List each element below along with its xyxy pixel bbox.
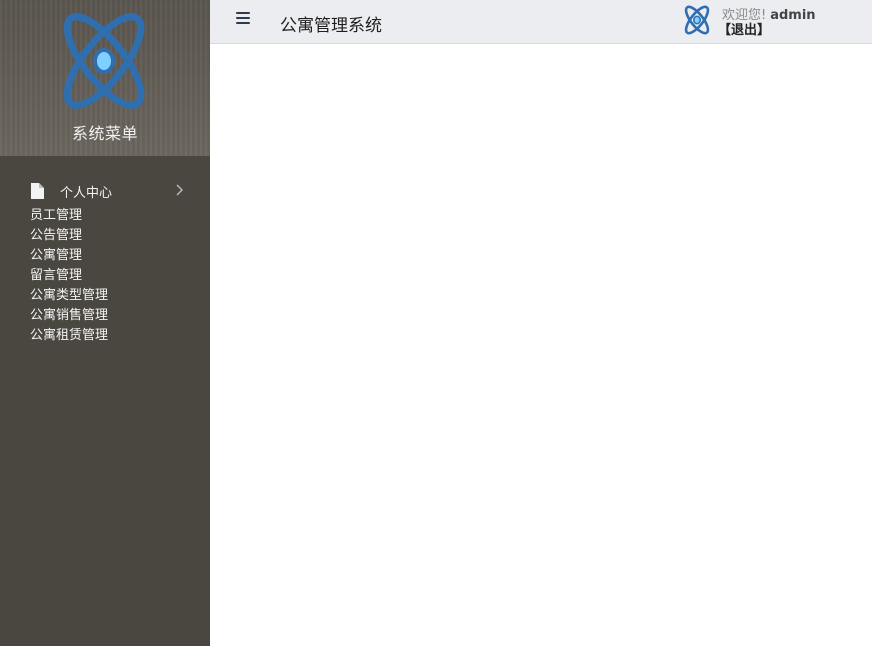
- sidebar-submenu: 员工管理 公告管理 公寓管理 留言管理 公寓类型管理 公寓销售管理 公寓租赁管理: [30, 206, 108, 346]
- sidebar-item-message[interactable]: 留言管理: [30, 266, 108, 286]
- document-icon: [31, 183, 44, 199]
- app-window: 系统菜单 个人中心 员工管理 公告管理 公寓管理 留言管理 公寓类型管理 公寓销…: [0, 0, 872, 646]
- sidebar: 系统菜单 个人中心 员工管理 公告管理 公寓管理 留言管理 公寓类型管理 公寓销…: [0, 0, 210, 646]
- sidebar-item-apartment-sales[interactable]: 公寓销售管理: [30, 306, 108, 326]
- chevron-right-icon: [176, 184, 183, 196]
- sidebar-item-personal-center[interactable]: 个人中心: [30, 181, 192, 201]
- avatar: [684, 5, 710, 35]
- logout-link[interactable]: 【退出】: [718, 19, 770, 38]
- sidebar-menu-title: 系统菜单: [71, 124, 138, 143]
- sidebar-item-label: 个人中心: [60, 185, 113, 201]
- sidebar-item-apartment[interactable]: 公寓管理: [30, 246, 108, 266]
- hamburger-icon[interactable]: [236, 12, 250, 24]
- sidebar-item-notice[interactable]: 公告管理: [30, 226, 108, 246]
- sidebar-item-employee[interactable]: 员工管理: [30, 206, 108, 226]
- top-header: 公寓管理系统 欢迎您! admin 【退出】: [210, 0, 872, 44]
- page-title: 公寓管理系统: [280, 16, 382, 36]
- sidebar-item-apartment-type[interactable]: 公寓类型管理: [30, 286, 108, 306]
- username: admin: [770, 8, 816, 23]
- main-content: [210, 44, 872, 646]
- sidebar-header: 系统菜单: [0, 0, 210, 156]
- atom-logo-icon: [63, 13, 145, 109]
- sidebar-item-apartment-rental[interactable]: 公寓租赁管理: [30, 326, 108, 346]
